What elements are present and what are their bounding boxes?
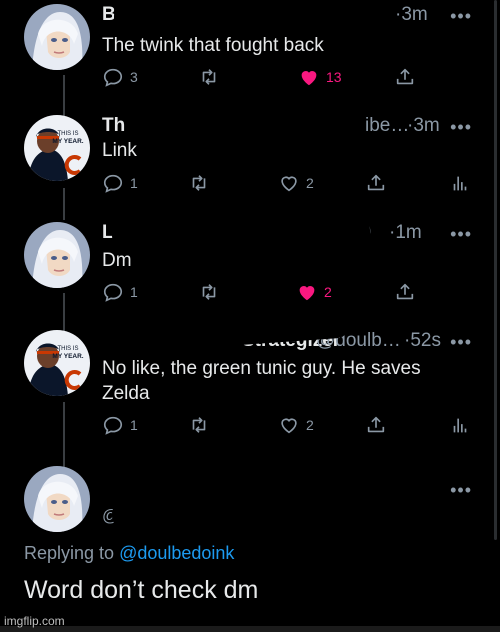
heart-icon xyxy=(281,176,297,192)
avatar-badge-line2: MY YEAR. xyxy=(52,353,83,360)
like-count: 2 xyxy=(306,175,314,191)
tweet-actions: 1 2 xyxy=(102,414,472,438)
tweet[interactable]: L 69 ·1m ••• Dm 1 2 xyxy=(0,216,500,312)
heart-filled-icon xyxy=(299,286,315,301)
share-icon xyxy=(367,416,385,433)
tweet[interactable]: THIS IS MY YEAR. Th ibe… ·3m ••• Link 1 … xyxy=(0,103,500,205)
retweet-button[interactable] xyxy=(188,414,210,436)
like-button[interactable]: 2 xyxy=(278,414,314,436)
more-options-icon[interactable]: ••• xyxy=(450,6,472,27)
reply-icon xyxy=(103,68,123,87)
tweet-actions: 1 2 xyxy=(102,172,472,196)
redaction-bar xyxy=(106,470,262,500)
tweet-actions: 3 13 xyxy=(102,66,472,90)
reply-button[interactable]: 3 xyxy=(102,66,138,88)
timestamp[interactable]: ·3m xyxy=(407,115,440,137)
more-options-icon[interactable]: ••• xyxy=(450,117,472,138)
reply-count: 1 xyxy=(130,284,138,300)
tweet[interactable]: THIS IS MY YEAR. Strategizer @doulb… ·52… xyxy=(0,307,500,450)
tweet-actions: 1 2 xyxy=(102,281,472,305)
heart-filled-icon xyxy=(301,71,317,86)
reply-count: 3 xyxy=(130,69,138,85)
analytics-button[interactable] xyxy=(449,414,471,436)
share-icon xyxy=(396,283,414,300)
reply-count: 1 xyxy=(130,417,138,433)
more-options-icon[interactable]: ••• xyxy=(450,480,472,501)
retweet-button[interactable] xyxy=(188,172,210,194)
reply-icon xyxy=(103,416,123,435)
reply-icon xyxy=(103,283,123,302)
replying-to-handle[interactable]: @doulbedoink xyxy=(119,543,234,563)
like-count: 2 xyxy=(324,284,332,300)
timestamp[interactable]: ·1m xyxy=(389,222,422,244)
like-button[interactable]: 2 xyxy=(296,281,332,303)
focused-tweet-text: Word don’t check dm xyxy=(24,576,259,604)
tweet-text-line: No like, the green tunic guy. He saves xyxy=(102,358,421,379)
more-options-icon[interactable]: ••• xyxy=(450,332,472,353)
replying-to-label: Replying to xyxy=(24,543,115,563)
scrollbar[interactable] xyxy=(494,0,497,540)
tweet[interactable]: B ·3m ••• The twink that fought back 3 1… xyxy=(0,2,500,94)
retweet-button[interactable] xyxy=(198,66,220,88)
handle-fragment[interactable]: ibe… xyxy=(365,115,409,137)
timestamp[interactable]: ·3m xyxy=(395,4,428,26)
bottom-strip xyxy=(0,626,500,632)
like-button[interactable]: 2 xyxy=(278,172,314,194)
display-name[interactable]: Th xyxy=(102,115,125,136)
timestamp[interactable]: ·52s xyxy=(404,330,441,352)
redaction-bar xyxy=(114,2,354,34)
avatar-badge-line2: MY YEAR. xyxy=(52,138,83,145)
retweet-icon xyxy=(192,175,206,191)
avatar-badge-line1: THIS IS xyxy=(57,346,78,352)
retweet-icon xyxy=(202,69,216,85)
retweet-icon xyxy=(202,284,216,300)
reply-button[interactable]: 1 xyxy=(102,172,138,194)
share-icon xyxy=(367,174,385,191)
redaction-bar xyxy=(112,216,370,250)
replying-to: Replying to @doulbedoink xyxy=(24,543,234,564)
watermark: imgflip.com xyxy=(4,614,65,628)
tweet-text: No like, the green tunic guy. He saves Z… xyxy=(102,356,462,406)
analytics-icon xyxy=(453,176,467,191)
like-count: 13 xyxy=(326,69,342,85)
more-options-icon[interactable]: ••• xyxy=(450,224,472,245)
redaction-bar xyxy=(126,103,362,143)
like-button[interactable]: 13 xyxy=(298,66,342,88)
share-icon xyxy=(396,68,414,85)
reply-icon xyxy=(103,174,123,193)
avatar-anime[interactable] xyxy=(24,222,90,288)
tweet-header: Th ibe… ·3m xyxy=(102,115,440,137)
retweet-icon xyxy=(192,417,206,433)
reply-count: 1 xyxy=(130,175,138,191)
share-button[interactable] xyxy=(365,172,387,194)
reply-button[interactable]: 1 xyxy=(102,281,138,303)
retweet-button[interactable] xyxy=(198,281,220,303)
tweet-text: Dm xyxy=(102,250,132,271)
heart-icon xyxy=(281,418,297,434)
redaction-bar xyxy=(112,500,262,530)
analytics-icon xyxy=(453,418,467,433)
share-button[interactable] xyxy=(394,66,416,88)
like-count: 2 xyxy=(306,417,314,433)
share-button[interactable] xyxy=(394,281,416,303)
avatar-anime[interactable] xyxy=(24,466,90,532)
tweet-text-line: Zelda xyxy=(102,383,150,404)
tweet-text: The twink that fought back xyxy=(102,35,324,56)
avatar-bears[interactable]: THIS IS MY YEAR. xyxy=(24,330,90,396)
avatar-badge-line1: THIS IS xyxy=(57,131,78,137)
avatar-bears[interactable]: THIS IS MY YEAR. xyxy=(24,115,90,181)
analytics-button[interactable] xyxy=(449,172,471,194)
share-button[interactable] xyxy=(365,414,387,436)
reply-button[interactable]: 1 xyxy=(102,414,138,436)
avatar-anime[interactable] xyxy=(24,4,90,70)
screenshot-root: { "tweets": [ { "name": "B", "time": "·3… xyxy=(0,0,500,632)
tweet-text: Link xyxy=(102,140,137,161)
